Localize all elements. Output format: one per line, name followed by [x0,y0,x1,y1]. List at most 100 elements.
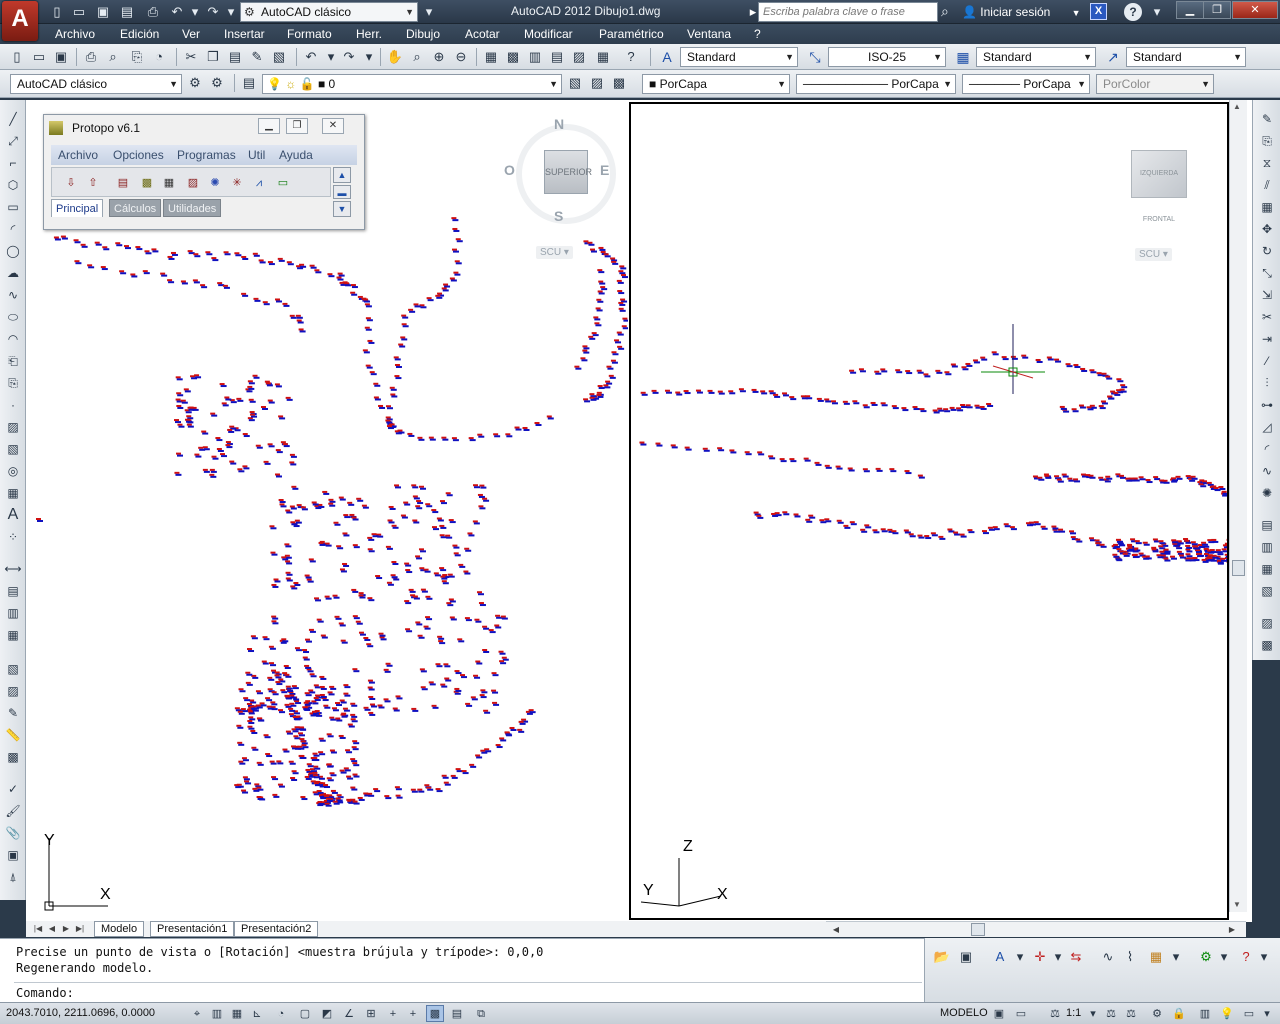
tab-first-icon[interactable]: |◀ [32,922,44,935]
paint-icon[interactable]: 🖌 [4,802,22,820]
workspace-selector[interactable]: ⚙ AutoCAD clásico ▼ [240,2,418,22]
find-icon[interactable]: ▩ [1258,636,1276,654]
chamfer-icon[interactable]: ◿ [1258,418,1276,436]
blend-curves-icon[interactable]: ∿ [1258,462,1276,480]
protopo-restore-button[interactable]: ❐ [286,118,308,134]
snap-mode-icon[interactable]: ▥ [208,1005,226,1022]
workspace-select[interactable]: AutoCAD clásico ▼ [10,74,182,94]
help-icon[interactable]: ? [1237,948,1255,966]
horizontal-scroll-thumb[interactable] [971,923,985,936]
annotation-scale-icon[interactable]: A [991,948,1009,966]
tab-utilidades[interactable]: Utilidades [163,199,222,217]
qnew-icon[interactable]: ▯ [8,48,26,66]
binoculars-icon[interactable]: ⌕ [941,3,949,20]
dimension-icon[interactable]: ⟷ [4,560,22,578]
open-folder-icon[interactable]: 📂 [933,948,951,966]
protopo-close-button[interactable]: ✕ [322,118,344,134]
vertical-scrollbar[interactable]: ▲ ▼ [1229,100,1247,912]
hatch-icon[interactable]: ▨ [4,418,22,436]
help-icon[interactable]: ? [622,48,640,66]
undo-icon[interactable]: ↶ [168,3,186,21]
help-icon[interactable]: ? [1124,3,1142,21]
workspace-settings-icon[interactable]: ⚙ [186,74,204,92]
help-dropdown-icon[interactable]: ▾ [1148,3,1166,21]
array-icon[interactable]: ▦ [1258,198,1276,216]
gear-settings-icon[interactable]: ⚙ [1197,948,1215,966]
text-style-icon[interactable]: A [656,47,678,67]
menu-formato[interactable]: Formato [287,27,332,41]
scroll-left-icon[interactable]: ◀ [830,923,842,936]
polar-tracking-icon[interactable]: ◔ [272,1005,290,1022]
quick-select-icon[interactable]: ▨ [4,682,22,700]
publish-icon[interactable]: ⎘ [128,48,146,66]
construction-line-icon[interactable]: ⤢ [4,132,22,150]
text-front-icon[interactable]: ▧ [1258,582,1276,600]
compass-south[interactable]: S [554,208,563,224]
inquiry-icon[interactable]: ✓ [4,780,22,798]
ortho-mode-icon[interactable]: ⊾ [248,1005,266,1022]
menu-modificar[interactable]: Modificar [524,27,573,41]
save-icon[interactable]: ▣ [957,948,975,966]
menu-ver[interactable]: Ver [182,27,200,41]
protopo-menu-ayuda[interactable]: Ayuda [279,148,313,162]
trace-icon[interactable]: ⍋ [4,868,22,886]
import-points-icon[interactable]: ⇩ [62,174,80,192]
menu-dibujo[interactable]: Dibujo [406,27,440,41]
arc-icon[interactable]: ◜ [4,220,22,238]
lock-icon[interactable]: 🔒 [1170,1005,1188,1022]
open-icon[interactable]: ▭ [30,48,48,66]
region-icon[interactable]: ◎ [4,462,22,480]
dim-style-icon[interactable]: ⤡ [804,47,826,67]
offset-icon[interactable]: ⫽ [1258,176,1276,194]
tab-layout2[interactable]: Presentación2 [234,921,319,937]
plotstyle-select[interactable]: PorColor ▼ [1096,74,1214,94]
redo-dropdown-icon[interactable]: ▾ [222,3,240,21]
viewport-3d-view[interactable]: IZQUIERDA FRONTAL SCU ▾ Z Y X [629,102,1229,920]
close-button[interactable]: ✕ [1232,1,1278,19]
redo-icon[interactable]: ↷ [340,48,358,66]
polyline-icon[interactable]: ⌐ [4,154,22,172]
color-select[interactable]: ■ PorCapa ▼ [642,74,790,94]
layer-select[interactable]: 💡 ☼ 🔓 ■ 0 ▼ [262,74,562,94]
annotation-visibility-icon[interactable]: ⚖ [1102,1005,1120,1022]
dropdown-icon[interactable]: ▾ [1258,1005,1276,1022]
pan-icon[interactable]: ✋ [386,48,404,66]
bring-front-icon[interactable]: ▥ [1258,538,1276,556]
tab-principal[interactable]: Principal [51,199,104,217]
3d-dwf-icon[interactable]: ◔ [150,48,168,66]
dim-style-select[interactable]: ISO-25 ▼ [828,47,946,67]
mesh-icon[interactable]: ▨ [184,174,202,192]
customize-icon[interactable]: ⚙ [208,74,226,92]
cut-icon[interactable]: ✂ [182,48,200,66]
image-icon[interactable]: ▣ [4,846,22,864]
profile-icon[interactable]: ⩘ [250,174,268,192]
quick-properties-icon[interactable]: ▤ [448,1005,466,1022]
design-center-icon[interactable]: ▩ [504,48,522,66]
tab-next-icon[interactable]: ▶ [60,922,72,935]
polyline-edit-icon[interactable]: ∿ [1099,948,1117,966]
vertical-scroll-thumb[interactable] [1232,560,1245,576]
breakline-icon[interactable]: ✳ [228,174,246,192]
transparency-icon[interactable]: ▩ [426,1005,444,1022]
dropdown-icon[interactable]: ▾ [1167,948,1185,966]
draworder-icon[interactable]: ▤ [1258,516,1276,534]
scale-icon[interactable]: ⤡ [1258,264,1276,282]
save-icon[interactable]: ▣ [52,48,70,66]
clean-screen-icon[interactable]: ▭ [1240,1005,1258,1022]
minimize-button[interactable]: ▁ [1176,1,1204,19]
scroll-up-icon[interactable]: ▲ [1233,102,1241,111]
plot-icon[interactable]: ⎙ [82,48,100,66]
undo-dropdown-icon[interactable]: ▾ [322,48,340,66]
compass-west[interactable]: O [504,162,515,178]
menu-ventana[interactable]: Ventana [687,27,731,41]
contour-icon[interactable]: ✺ [206,174,224,192]
erase-icon[interactable]: ✎ [1258,110,1276,128]
menu-parametrico[interactable]: Paramétrico [599,27,664,41]
protopo-menu-util[interactable]: Util [248,148,265,162]
zoom-previous-icon[interactable]: ⊖ [452,48,470,66]
open-icon[interactable]: ▭ [70,3,88,21]
tab-calculos[interactable]: Cálculos [109,199,162,217]
menu-insertar[interactable]: Insertar [224,27,265,41]
object-snap-icon[interactable]: ▢ [296,1005,314,1022]
model-space-toggle[interactable]: MODELO [940,1007,988,1019]
